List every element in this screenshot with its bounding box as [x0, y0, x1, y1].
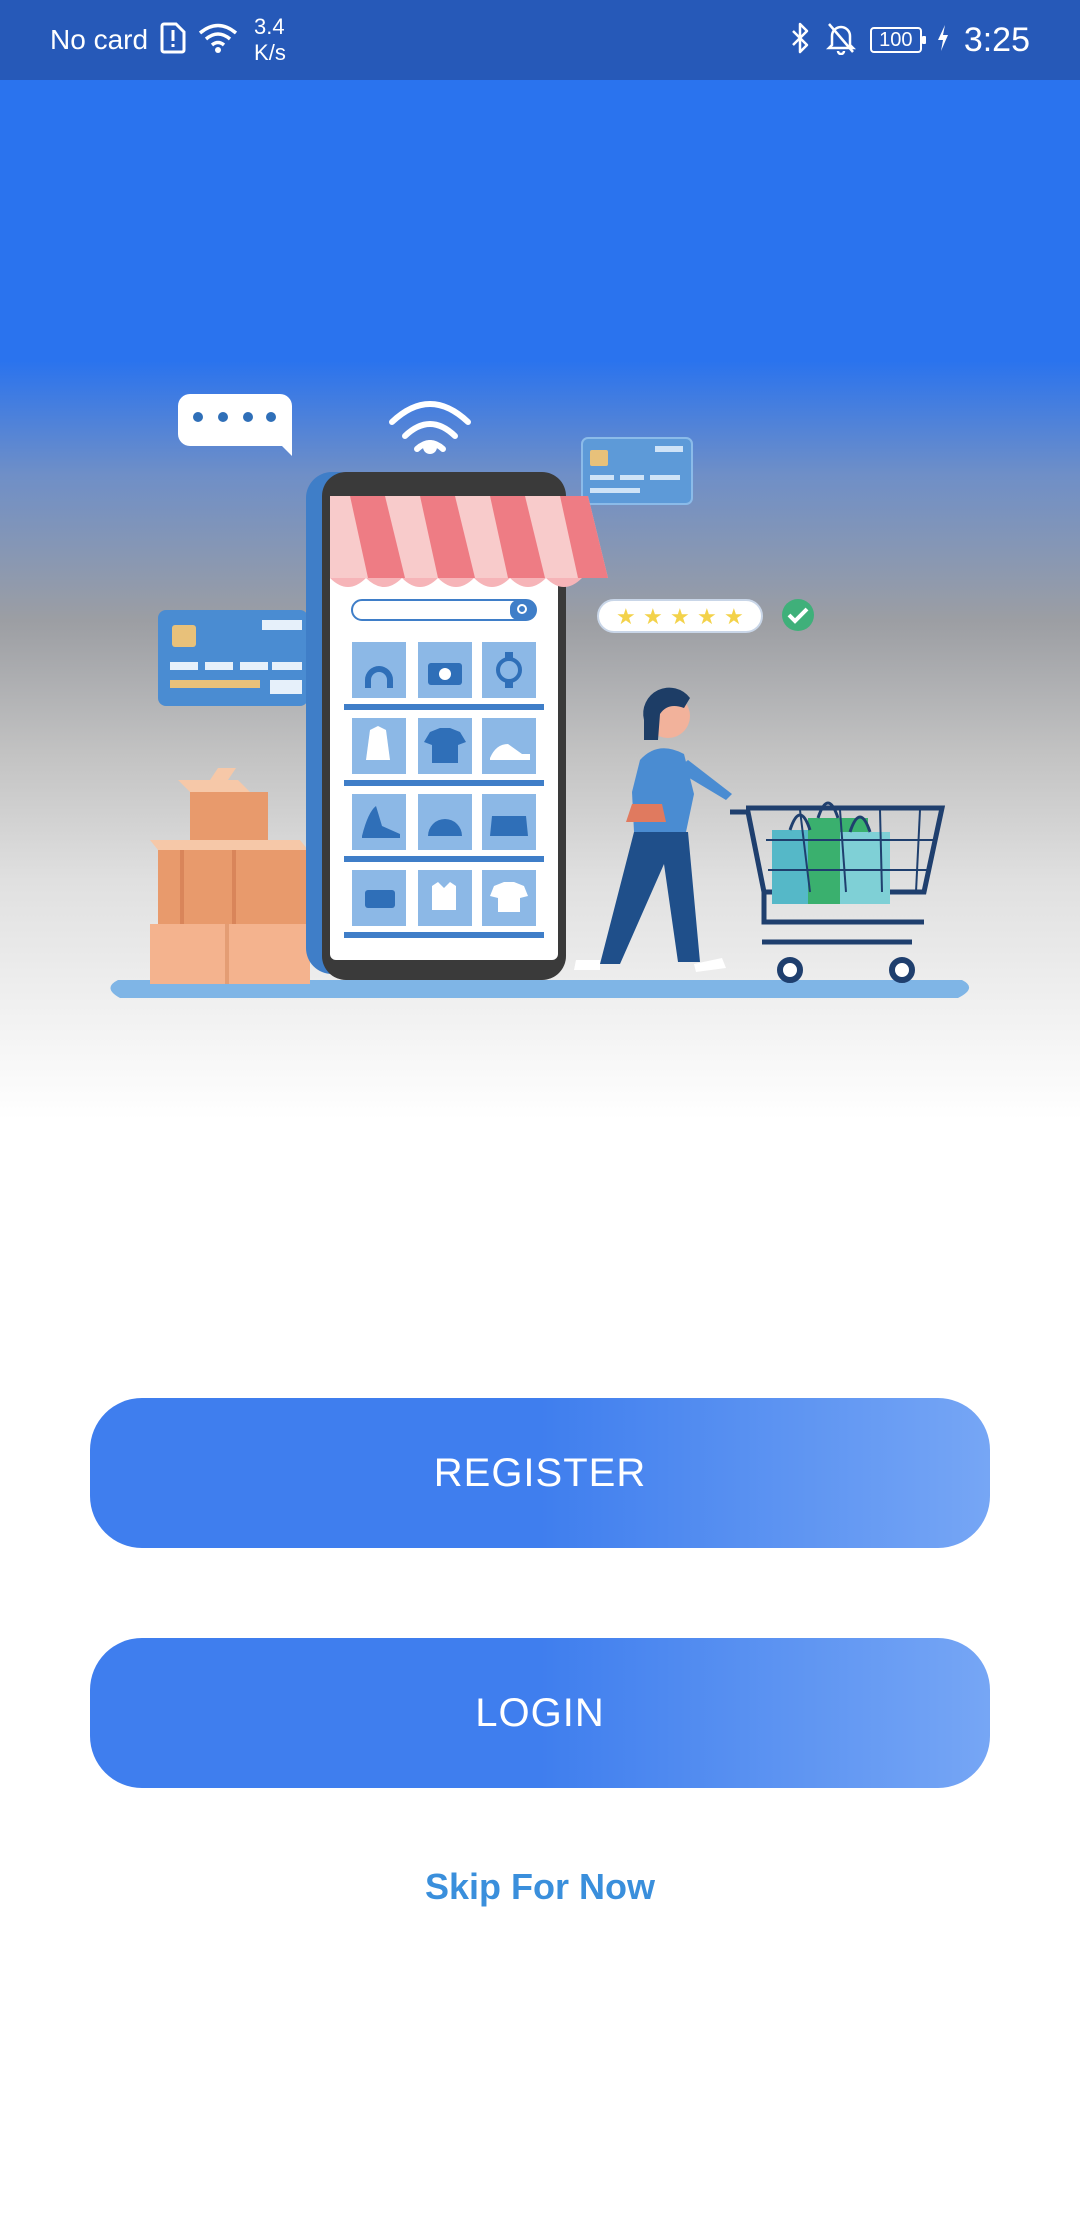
- status-left: No card 3.4 K/s: [50, 0, 286, 80]
- clock: 3:25: [963, 20, 1030, 59]
- wifi-symbol-icon: [389, 401, 471, 454]
- login-button[interactable]: LOGIN: [90, 1638, 990, 1788]
- bluetooth-icon: [790, 21, 812, 60]
- credit-card-icon: [158, 610, 308, 706]
- wifi-icon: [198, 22, 238, 59]
- svg-text:★: ★: [670, 605, 690, 630]
- mute-bell-icon: [825, 21, 856, 60]
- svg-text:★: ★: [616, 605, 636, 630]
- chat-bubble-icon: [178, 394, 292, 456]
- svg-text:★: ★: [697, 605, 717, 630]
- register-button[interactable]: REGISTER: [90, 1398, 990, 1548]
- shopping-cart: [730, 801, 946, 983]
- network-speed: 3.4 K/s: [254, 14, 286, 66]
- hero-banner: ★ ★ ★ ★ ★: [0, 80, 1080, 1120]
- smartphone-storefront: [306, 472, 608, 980]
- online-shopping-illustration: ★ ★ ★ ★ ★: [110, 394, 970, 998]
- speed-value: 3.4: [254, 14, 285, 39]
- charging-icon: [936, 24, 950, 57]
- skip-for-now-link[interactable]: Skip For Now: [0, 1866, 1080, 1908]
- rating-stars: ★ ★ ★ ★ ★: [597, 599, 763, 633]
- status-bar: No card 3.4 K/s 100 3:25: [0, 0, 1080, 80]
- package-boxes: [150, 768, 310, 984]
- carrier-label: No card: [50, 24, 149, 55]
- credit-card-icon: [581, 437, 693, 505]
- status-right: 100 3:25: [790, 0, 1030, 80]
- svg-text:★: ★: [724, 605, 744, 630]
- battery-icon: 100: [869, 27, 926, 53]
- svg-text:★: ★: [643, 605, 663, 630]
- sim-alert-icon: [160, 22, 186, 59]
- speed-unit: K/s: [254, 40, 286, 65]
- checkmark-icon: [782, 599, 814, 631]
- shopper-figure: [574, 687, 732, 972]
